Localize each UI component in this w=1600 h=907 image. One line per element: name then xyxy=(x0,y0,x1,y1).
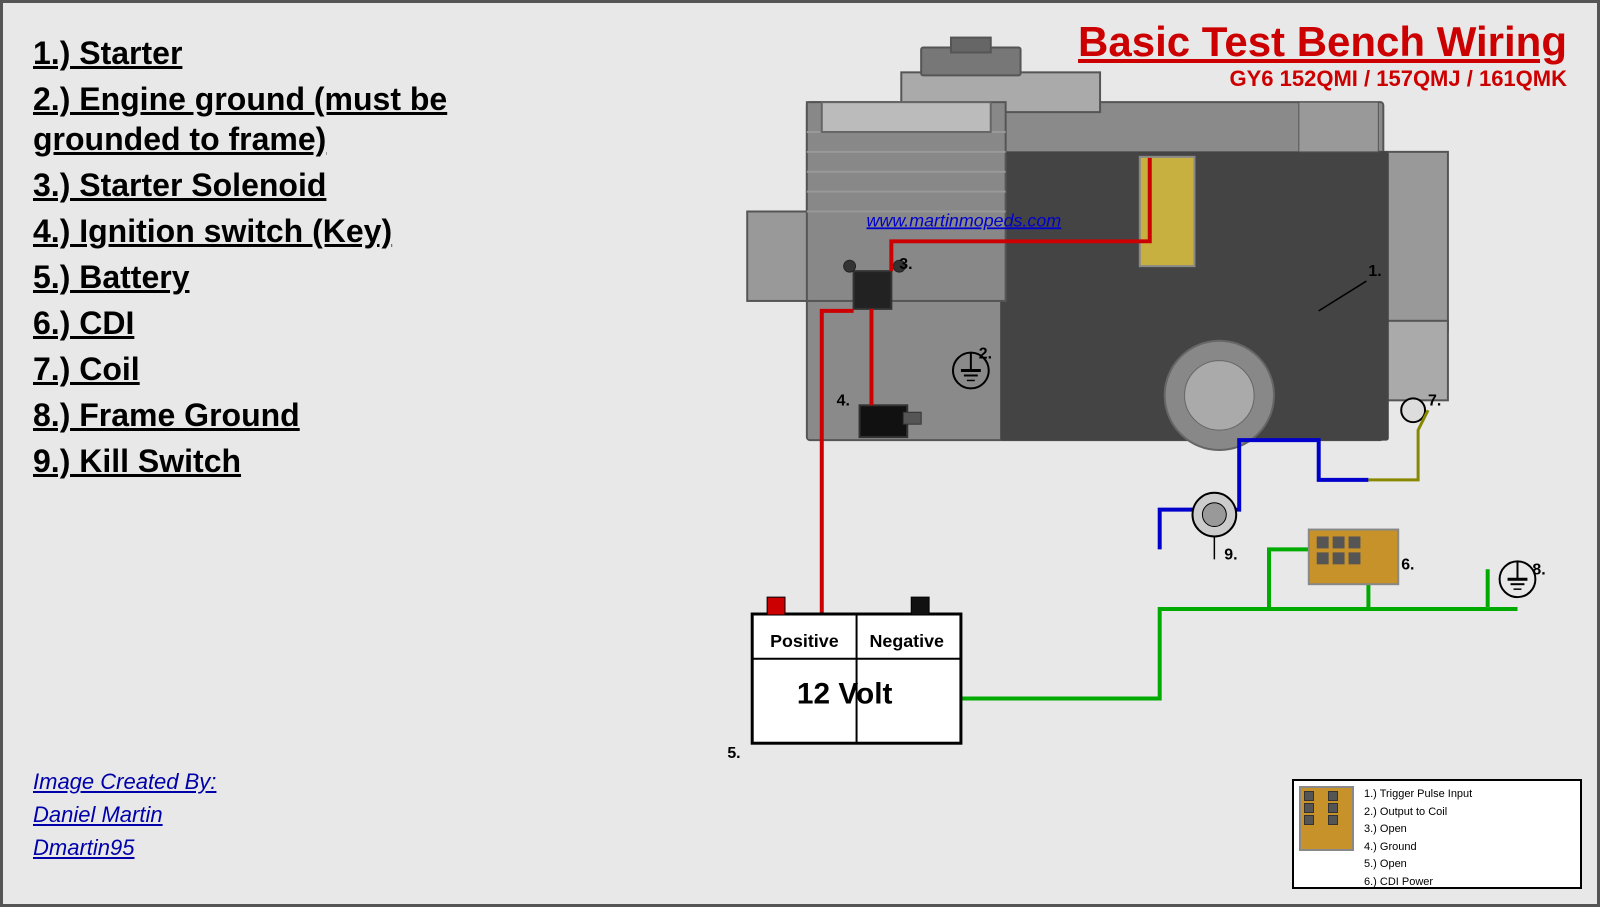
wiring-diagram: www.martinmopeds.com 3. 2. 4. 1. xyxy=(623,3,1597,904)
sub-title: GY6 152QMI / 157QMJ / 161QMK xyxy=(1078,66,1567,92)
list-item-6: 6.) CDI xyxy=(33,303,603,343)
title-block: Basic Test Bench Wiring GY6 152QMI / 157… xyxy=(1078,18,1567,92)
list-item-5: 5.) Battery xyxy=(33,257,603,297)
main-container: 1.) Starter 2.) Engine ground (must be g… xyxy=(0,0,1600,907)
svg-text:4.: 4. xyxy=(837,392,850,409)
svg-text:5.: 5. xyxy=(727,745,740,762)
list-item-4: 4.) Ignition switch (Key) xyxy=(33,211,603,251)
list-item-3: 3.) Starter Solenoid xyxy=(33,165,603,205)
cdi-legend-item-1: 1.) Trigger Pulse Input xyxy=(1364,786,1472,804)
left-panel: 1.) Starter 2.) Engine ground (must be g… xyxy=(3,3,623,904)
list-item-1: 1.) Starter xyxy=(33,33,603,73)
svg-text:2.: 2. xyxy=(979,346,992,363)
svg-text:1.: 1. xyxy=(1368,263,1381,280)
svg-text:6.: 6. xyxy=(1401,556,1414,573)
numbered-list: 1.) Starter 2.) Engine ground (must be g… xyxy=(33,33,603,481)
cdi-legend-box: 1.) Trigger Pulse Input 2.) Output to Co… xyxy=(1292,779,1582,889)
cdi-pin-5 xyxy=(1304,815,1314,825)
credit-block: Image Created By: Daniel Martin Dmartin9… xyxy=(33,765,216,864)
right-panel: Basic Test Bench Wiring GY6 152QMI / 157… xyxy=(623,3,1597,904)
cdi-pin-4 xyxy=(1328,803,1338,813)
list-item-9: 9.) Kill Switch xyxy=(33,441,603,481)
list-item-8: 8.) Frame Ground xyxy=(33,395,603,435)
cdi-pin-2 xyxy=(1328,791,1338,801)
svg-text:9.: 9. xyxy=(1224,546,1237,563)
cdi-legend-item-2: 2.) Output to Coil xyxy=(1364,804,1472,822)
main-title: Basic Test Bench Wiring xyxy=(1078,18,1567,66)
list-item-7: 7.) Coil xyxy=(33,349,603,389)
svg-text:www.martinmopeds.com: www.martinmopeds.com xyxy=(867,210,1062,230)
cdi-legend-item-4: 4.) Ground xyxy=(1364,839,1472,857)
cdi-pin-6 xyxy=(1328,815,1338,825)
cdi-pin-3 xyxy=(1304,803,1314,813)
svg-text:12 Volt: 12 Volt xyxy=(797,677,893,710)
svg-text:8.: 8. xyxy=(1532,561,1545,578)
cdi-chip-diagram xyxy=(1299,786,1354,851)
list-item-2: 2.) Engine ground (must be grounded to f… xyxy=(33,79,603,159)
credit-line1: Image Created By: xyxy=(33,765,216,798)
cdi-legend-text: 1.) Trigger Pulse Input 2.) Output to Co… xyxy=(1364,786,1472,892)
cdi-pin-1 xyxy=(1304,791,1314,801)
cdi-legend-item-6: 6.) CDI Power xyxy=(1364,874,1472,892)
credit-line3: Dmartin95 xyxy=(33,831,216,864)
svg-text:3.: 3. xyxy=(899,256,912,273)
svg-text:7.: 7. xyxy=(1428,392,1441,409)
credit-line2: Daniel Martin xyxy=(33,798,216,831)
svg-text:Positive: Positive xyxy=(770,631,839,651)
cdi-legend-item-3: 3.) Open xyxy=(1364,821,1472,839)
cdi-legend-item-5: 5.) Open xyxy=(1364,856,1472,874)
svg-text:Negative: Negative xyxy=(869,631,944,651)
